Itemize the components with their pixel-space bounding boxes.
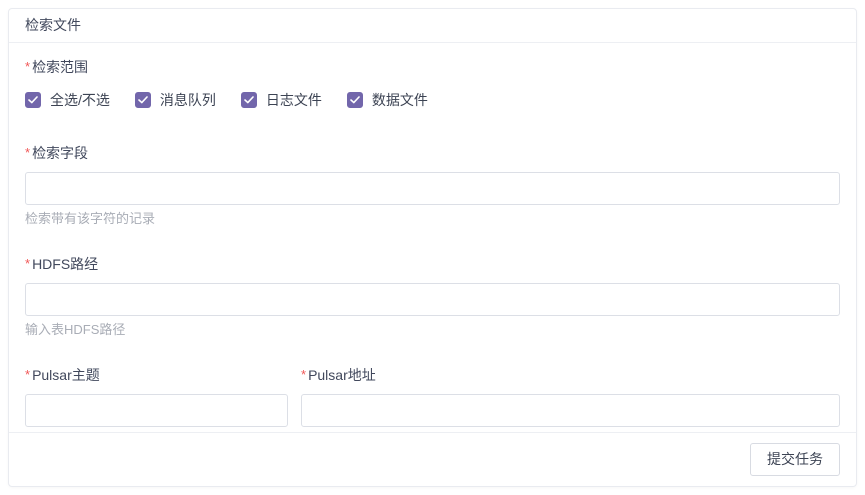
pulsar-address-label-text: Pulsar地址 (308, 367, 376, 383)
form-body: *检索范围 全选/不选 消息队列 日志文件 数据文件 (9, 43, 856, 432)
checkbox-checked-icon[interactable] (241, 92, 257, 108)
checkbox-message-queue[interactable]: 消息队列 (135, 90, 216, 110)
pulsar-address-label: *Pulsar地址 (301, 365, 840, 385)
search-files-card: 检索文件 *检索范围 全选/不选 消息队列 日志文件 (8, 8, 857, 487)
required-asterisk: * (25, 59, 30, 74)
checkbox-data-files[interactable]: 数据文件 (347, 90, 428, 110)
submit-task-button[interactable]: 提交任务 (750, 443, 840, 476)
required-asterisk: * (25, 256, 30, 271)
pulsar-topic-label-text: Pulsar主题 (32, 367, 100, 383)
search-scope-label-text: 检索范围 (32, 59, 88, 75)
check-icon (28, 96, 38, 104)
pulsar-topic-label: *Pulsar主题 (25, 365, 288, 385)
checkbox-checked-icon[interactable] (25, 92, 41, 108)
search-field-hint: 检索带有该字符的记录 (25, 211, 840, 227)
form-item-search-scope: *检索范围 全选/不选 消息队列 日志文件 数据文件 (25, 57, 840, 110)
card-footer: 提交任务 (9, 432, 856, 486)
checkbox-label: 数据文件 (372, 90, 428, 110)
checkbox-label: 消息队列 (160, 90, 216, 110)
form-row-pulsar: *Pulsar主题 输入Pulsar主题 *Pulsar地址 输入Pulsar地… (25, 365, 840, 432)
form-item-pulsar-address: *Pulsar地址 输入Pulsar地址 (301, 365, 840, 432)
search-scope-checkbox-group: 全选/不选 消息队列 日志文件 数据文件 (25, 90, 840, 110)
form-item-hdfs-path: *HDFS路经 输入表HDFS路径 (25, 254, 840, 338)
pulsar-address-input[interactable] (301, 394, 840, 427)
hdfs-path-input[interactable] (25, 283, 840, 316)
checkbox-checked-icon[interactable] (135, 92, 151, 108)
pulsar-topic-input[interactable] (25, 394, 288, 427)
hdfs-path-hint: 输入表HDFS路径 (25, 322, 840, 338)
checkbox-label: 日志文件 (266, 90, 322, 110)
check-icon (138, 96, 148, 104)
form-item-search-field: *检索字段 检索带有该字符的记录 (25, 143, 840, 227)
required-asterisk: * (301, 367, 306, 382)
required-asterisk: * (25, 367, 30, 382)
check-icon (350, 96, 360, 104)
checkbox-checked-icon[interactable] (347, 92, 363, 108)
hdfs-path-label: *HDFS路经 (25, 254, 840, 274)
required-asterisk: * (25, 145, 30, 160)
search-field-label-text: 检索字段 (32, 145, 88, 161)
search-field-label: *检索字段 (25, 143, 840, 163)
form-item-pulsar-topic: *Pulsar主题 输入Pulsar主题 (25, 365, 288, 432)
check-icon (244, 96, 254, 104)
checkbox-select-all[interactable]: 全选/不选 (25, 90, 110, 110)
search-field-input[interactable] (25, 172, 840, 205)
checkbox-log-files[interactable]: 日志文件 (241, 90, 322, 110)
checkbox-label: 全选/不选 (50, 90, 110, 110)
card-title: 检索文件 (9, 9, 856, 43)
search-scope-label: *检索范围 (25, 57, 840, 77)
hdfs-path-label-text: HDFS路经 (32, 256, 98, 272)
